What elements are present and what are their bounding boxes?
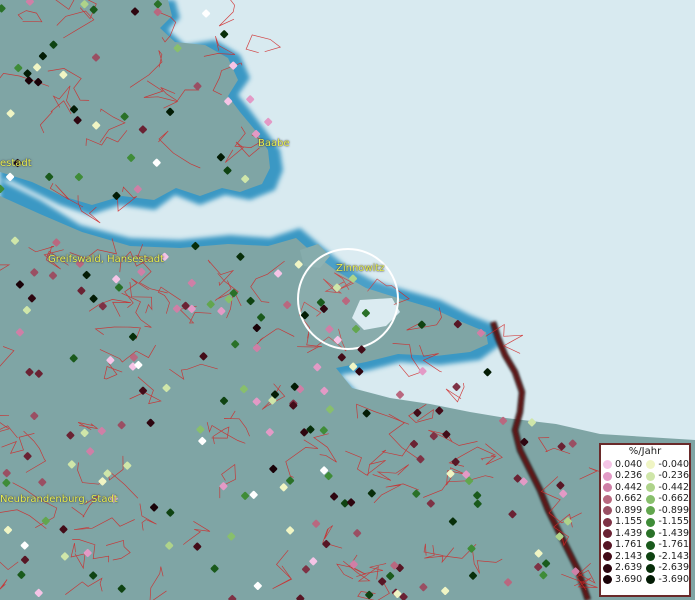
legend-value: 3.690 [615, 573, 643, 585]
legend-value: 2.639 [615, 562, 643, 574]
legend-swatch [603, 575, 612, 585]
legend-entry-positive: 0.662 [601, 494, 644, 504]
legend-value: -0.040 [658, 458, 689, 470]
legend-value: 1.761 [615, 539, 643, 551]
legend-value: -1.761 [658, 539, 689, 551]
legend-entry-negative: -2.143 [644, 550, 689, 562]
legend-entry-negative: -0.662 [644, 494, 689, 504]
place-label-neubrandenburg: Neubrandenburg, Stadt [0, 494, 118, 505]
legend-entry-positive: 0.236 [601, 471, 644, 481]
legend-swatch [646, 460, 656, 470]
legend-value: -2.639 [658, 562, 689, 574]
legend-entry-positive: 2.143 [601, 550, 644, 562]
legend-value: -1.439 [658, 527, 689, 539]
legend-swatch [603, 471, 612, 481]
legend-row: 1.155 -1.155 [601, 517, 689, 529]
legend-row: 0.040 -0.040 [601, 459, 689, 471]
legend-row: 0.662 -0.662 [601, 494, 689, 506]
legend-entry-positive: 1.155 [601, 517, 644, 527]
legend-entry-negative: -3.690 [644, 573, 689, 585]
legend-entry-negative: -0.442 [644, 481, 689, 493]
map-legend: %/Jahr 0.040 -0.040 0.236 -0.236 0.442 -0.442… [599, 443, 691, 597]
map-base [0, 0, 695, 600]
legend-entry-positive: 0.442 [601, 481, 644, 493]
place-label-greifswald: Greifswald, Hansestadt [48, 254, 164, 265]
legend-entry-positive: 2.639 [601, 563, 644, 573]
legend-row: 2.639 -2.639 [601, 563, 689, 575]
legend-value: 1.439 [615, 527, 643, 539]
legend-swatch [646, 517, 656, 527]
legend-value: 0.662 [615, 493, 643, 505]
legend-row: 1.439 -1.439 [601, 528, 689, 540]
legend-row: 3.690 -3.690 [601, 574, 689, 586]
legend-value: -1.155 [658, 516, 689, 528]
legend-swatch [646, 529, 656, 539]
legend-entry-negative: -1.439 [644, 527, 689, 539]
legend-row: 1.761 -1.761 [601, 540, 689, 552]
legend-swatch [646, 540, 656, 550]
legend-entry-positive: 0.899 [601, 504, 644, 516]
legend-swatch [646, 494, 656, 504]
legend-swatch [603, 506, 612, 516]
legend-swatch [646, 506, 656, 516]
legend-row: 2.143 -2.143 [601, 551, 689, 563]
legend-value: -0.899 [658, 504, 689, 516]
legend-value: 0.442 [615, 481, 643, 493]
legend-swatch [646, 552, 656, 562]
legend-swatch [603, 529, 612, 539]
legend-rows: 0.040 -0.040 0.236 -0.236 0.442 -0.442 0.662 -0… [601, 459, 689, 586]
legend-entry-positive: 0.040 [601, 458, 644, 470]
legend-swatch [603, 460, 612, 470]
legend-value: -0.236 [658, 470, 689, 482]
legend-value: 0.236 [615, 470, 643, 482]
legend-row: 0.899 -0.899 [601, 505, 689, 517]
legend-entry-negative: -1.155 [644, 517, 689, 527]
legend-entry-positive: 1.439 [601, 527, 644, 539]
legend-swatch [603, 483, 612, 493]
legend-entry-negative: -2.639 [644, 563, 689, 573]
legend-value: -0.662 [658, 493, 689, 505]
legend-swatch [603, 494, 612, 504]
legend-entry-negative: -0.236 [644, 471, 689, 481]
legend-entry-negative: -0.040 [644, 458, 689, 470]
legend-entry-positive: 3.690 [601, 573, 644, 585]
legend-value: 0.040 [615, 458, 643, 470]
legend-title: %/Jahr [628, 446, 662, 457]
place-label-baabe: Baabe [258, 138, 290, 149]
legend-entry-negative: -1.761 [644, 540, 689, 550]
legend-entry-positive: 1.761 [601, 540, 644, 550]
legend-value: 0.899 [615, 504, 643, 516]
place-label-zinnowitz: Zinnowitz [336, 263, 385, 274]
place-label-estadt: estadt [0, 158, 32, 169]
legend-entry-negative: -0.899 [644, 504, 689, 516]
legend-swatch [646, 563, 656, 573]
legend-swatch [603, 563, 612, 573]
legend-swatch [646, 483, 656, 493]
legend-swatch [603, 517, 612, 527]
legend-swatch [646, 471, 656, 481]
legend-value: 2.143 [615, 550, 643, 562]
legend-value: -3.690 [658, 573, 689, 585]
legend-swatch [603, 552, 612, 562]
legend-value: -0.442 [658, 481, 689, 493]
legend-row: 0.442 -0.442 [601, 482, 689, 494]
legend-value: -2.143 [658, 550, 689, 562]
legend-swatch [646, 575, 656, 585]
legend-swatch [603, 540, 612, 550]
map-view[interactable]: Baabe estadt Greifswald, Hansestadt Zinn… [0, 0, 695, 600]
legend-row: 0.236 -0.236 [601, 471, 689, 483]
legend-value: 1.155 [615, 516, 643, 528]
